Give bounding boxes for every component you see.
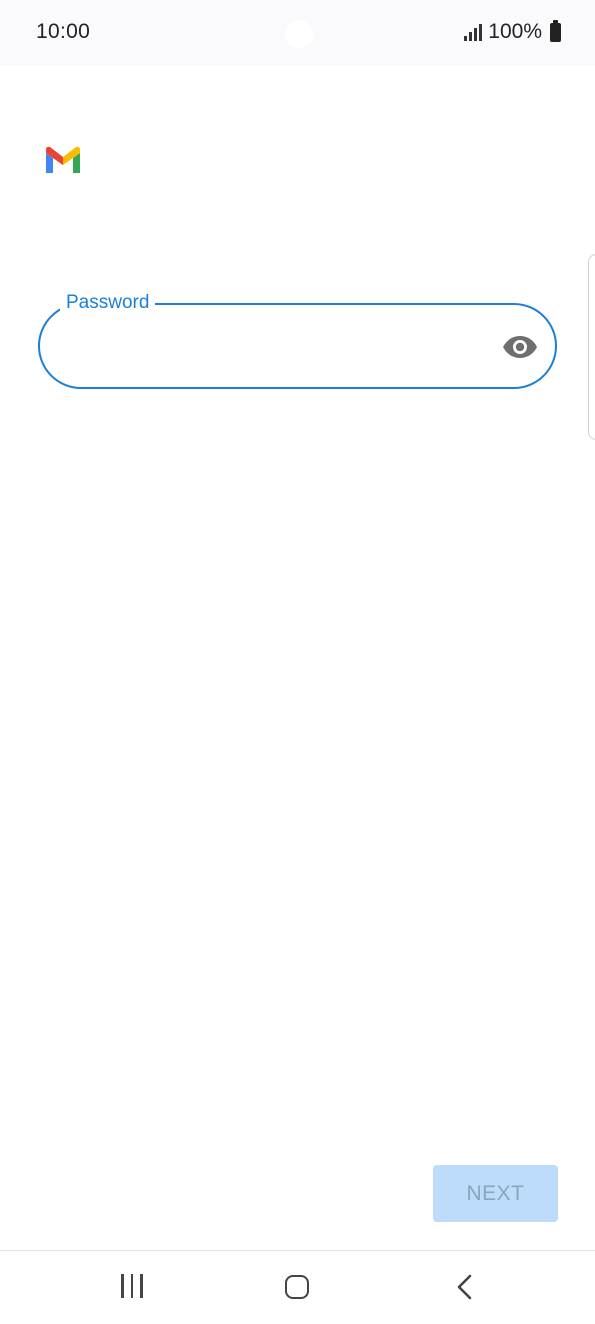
home-icon[interactable] [285, 1275, 309, 1299]
next-button[interactable]: NEXT [433, 1165, 558, 1222]
gmail-logo-icon [46, 146, 80, 173]
navigation-bar [0, 1251, 595, 1324]
screen: 10:00 100% Password NEXT [0, 0, 595, 1324]
battery-full-icon [550, 19, 561, 42]
signal-bars-icon [464, 23, 483, 41]
status-time: 10:00 [36, 20, 91, 43]
show-password-button[interactable] [501, 329, 539, 365]
battery-percentage: 100% [488, 20, 542, 43]
eye-visibility-icon [503, 336, 537, 358]
password-input[interactable] [66, 323, 490, 371]
status-bar: 10:00 100% [0, 0, 595, 66]
recents-icon[interactable] [118, 1274, 146, 1300]
edge-panel-handle[interactable] [588, 254, 595, 440]
password-label: Password [60, 290, 156, 316]
status-indicators: 100% [464, 19, 561, 44]
camera-cutout [285, 20, 313, 48]
password-field[interactable]: Password [38, 290, 557, 389]
back-icon[interactable] [452, 1273, 478, 1301]
